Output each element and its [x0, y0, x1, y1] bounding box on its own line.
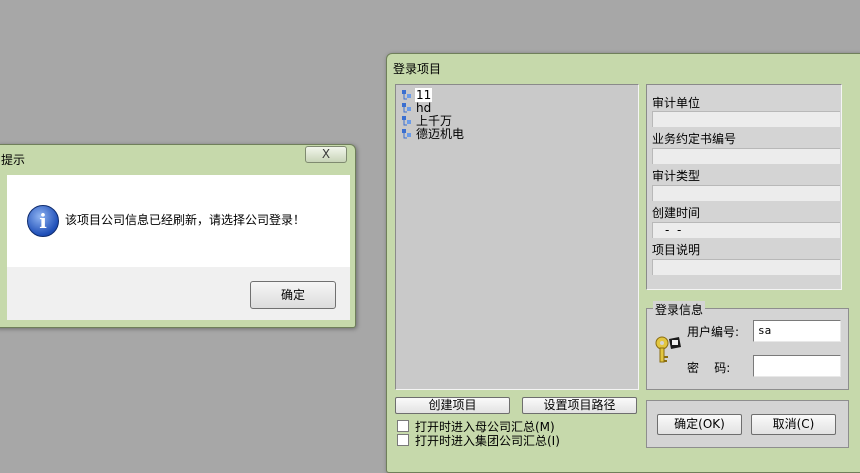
open-group-summary-option[interactable]: 打开时进入集团公司汇总(I): [397, 434, 560, 448]
key-icon: [655, 336, 681, 363]
project-node-icon: [402, 116, 411, 126]
window-titlebar[interactable]: 登录项目: [387, 54, 860, 80]
engagement-no-label: 业务约定书编号: [652, 132, 737, 146]
audit-unit-label: 审计单位: [652, 96, 701, 110]
description-label: 项目说明: [652, 243, 701, 257]
open-group-summary-label: 打开时进入集团公司汇总(I): [415, 434, 560, 448]
close-button[interactable]: X: [305, 146, 347, 163]
dialog-title: 提示: [1, 153, 26, 167]
description-field: [652, 259, 840, 275]
open-parent-summary-checkbox[interactable]: [397, 420, 409, 432]
close-icon: X: [321, 147, 331, 161]
ok-button[interactable]: 确定: [250, 281, 336, 309]
tree-item-label: 德迈机电: [416, 127, 465, 141]
action-button-group: 确定(OK) 取消(C): [646, 400, 849, 448]
login-info-legend: 登录信息: [653, 301, 706, 318]
dialog-titlebar[interactable]: 提示 X: [0, 145, 355, 171]
password-label: 密 码:: [687, 361, 731, 375]
engagement-no-field: [652, 148, 840, 164]
project-tree[interactable]: 11 hd 上千万 德迈机电: [395, 84, 639, 390]
audit-type-field: [652, 185, 840, 201]
set-project-path-button[interactable]: 设置项目路径: [522, 397, 637, 414]
message-dialog: 提示 X i 该项目公司信息已经刷新，请选择公司登录！ 确定: [0, 144, 356, 328]
open-parent-summary-label: 打开时进入母公司汇总(M): [415, 420, 555, 434]
created-time-label: 创建时间: [652, 206, 701, 220]
open-group-summary-checkbox[interactable]: [397, 434, 409, 446]
user-id-label: 用户编号:: [687, 325, 740, 339]
tree-item-label: 上千万: [416, 114, 453, 128]
login-project-window: 登录项目 11 hd 上千万 德迈机电 审计单位 业务约定书编号 审计类型 创建…: [386, 53, 860, 473]
cancel-button[interactable]: 取消(C): [751, 414, 836, 435]
project-node-icon: [402, 90, 411, 100]
tree-item-label: hd: [416, 101, 432, 115]
tree-item-label: 11: [415, 88, 433, 102]
audit-type-label: 审计类型: [652, 169, 701, 183]
project-node-icon: [402, 103, 411, 113]
password-input[interactable]: [753, 355, 841, 377]
message-text: 该项目公司信息已经刷新，请选择公司登录！: [65, 213, 306, 227]
open-parent-summary-option[interactable]: 打开时进入母公司汇总(M): [397, 420, 555, 434]
window-title: 登录项目: [393, 62, 442, 76]
user-id-input[interactable]: sa: [753, 320, 841, 342]
project-node-icon: [402, 129, 411, 139]
message-body: i 该项目公司信息已经刷新，请选择公司登录！: [7, 175, 350, 267]
confirm-button[interactable]: 确定(OK): [657, 414, 742, 435]
project-details-panel: 审计单位 业务约定书编号 审计类型 创建时间 - - 项目说明: [646, 84, 842, 290]
create-project-button[interactable]: 创建项目: [395, 397, 510, 414]
info-icon: i: [27, 205, 59, 237]
tree-item-project[interactable]: 德迈机电: [401, 128, 465, 141]
created-time-field: - -: [652, 222, 840, 238]
audit-unit-field: [652, 111, 840, 127]
login-info-group: 登录信息 用户编号: sa 密 码:: [646, 301, 849, 390]
message-button-bar: 确定: [7, 267, 350, 320]
